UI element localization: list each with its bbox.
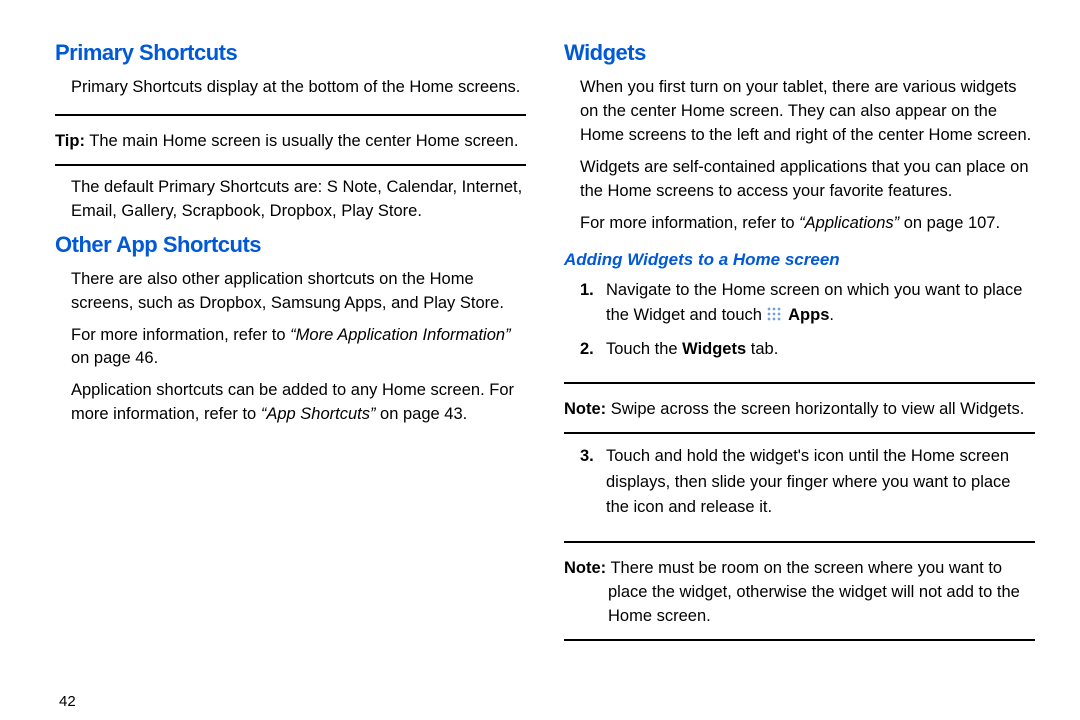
- heading-primary-shortcuts: Primary Shortcuts: [55, 40, 526, 66]
- note-label: Note:: [564, 559, 606, 577]
- left-column: Primary Shortcuts Primary Shortcuts disp…: [55, 40, 554, 710]
- page-number: 42: [55, 673, 526, 710]
- para-primary-1: Primary Shortcuts display at the bottom …: [55, 76, 526, 100]
- para-widgets-2: Widgets are self-contained applications …: [564, 156, 1035, 204]
- apps-grid-icon: [767, 307, 782, 322]
- tip-body: The main Home screen is usually the cent…: [85, 132, 518, 150]
- rule: [564, 639, 1035, 641]
- para-widgets-3: For more information, refer to “Applicat…: [564, 212, 1035, 236]
- widgets-tab-label: Widgets: [682, 340, 746, 358]
- step-3: 3. Touch and hold the widget's icon unti…: [580, 444, 1035, 521]
- para-other-1: There are also other application shortcu…: [55, 268, 526, 316]
- note-swipe: Note: Swipe across the screen horizontal…: [564, 398, 1035, 422]
- note-label: Note:: [564, 400, 606, 418]
- tip-label: Tip:: [55, 132, 85, 150]
- tip-block: Tip: The main Home screen is usually the…: [55, 130, 526, 154]
- step-1: 1. Navigate to the Home screen on which …: [580, 278, 1035, 329]
- steps-list-cont: 3. Touch and hold the widget's icon unti…: [564, 444, 1035, 529]
- note-body: Swipe across the screen horizontally to …: [606, 400, 1024, 418]
- rule: [564, 432, 1035, 434]
- right-column: Widgets When you first turn on your tabl…: [554, 40, 1045, 710]
- manual-page: Primary Shortcuts Primary Shortcuts disp…: [0, 0, 1080, 720]
- para-other-3: Application shortcuts can be added to an…: [55, 379, 526, 427]
- rule: [564, 541, 1035, 543]
- heading-widgets: Widgets: [564, 40, 1035, 66]
- apps-label: Apps: [788, 306, 829, 324]
- para-other-2: For more information, refer to “More App…: [55, 324, 526, 372]
- rule: [564, 382, 1035, 384]
- para-primary-2: The default Primary Shortcuts are: S Not…: [55, 176, 526, 224]
- note-body: There must be room on the screen where y…: [606, 559, 1020, 625]
- heading-adding-widgets: Adding Widgets to a Home screen: [564, 250, 1035, 270]
- ref-app-shortcuts: “App Shortcuts”: [261, 405, 376, 423]
- rule: [55, 164, 526, 166]
- para-widgets-1: When you first turn on your tablet, ther…: [564, 76, 1035, 148]
- step-2: 2. Touch the Widgets tab.: [580, 337, 1035, 363]
- ref-applications: “Applications”: [799, 214, 899, 232]
- rule: [55, 114, 526, 116]
- ref-more-app-info: “More Application Information”: [290, 326, 510, 344]
- steps-list: 1. Navigate to the Home screen on which …: [564, 278, 1035, 371]
- heading-other-app-shortcuts: Other App Shortcuts: [55, 232, 526, 258]
- note-room: Note: There must be room on the screen w…: [564, 557, 1035, 629]
